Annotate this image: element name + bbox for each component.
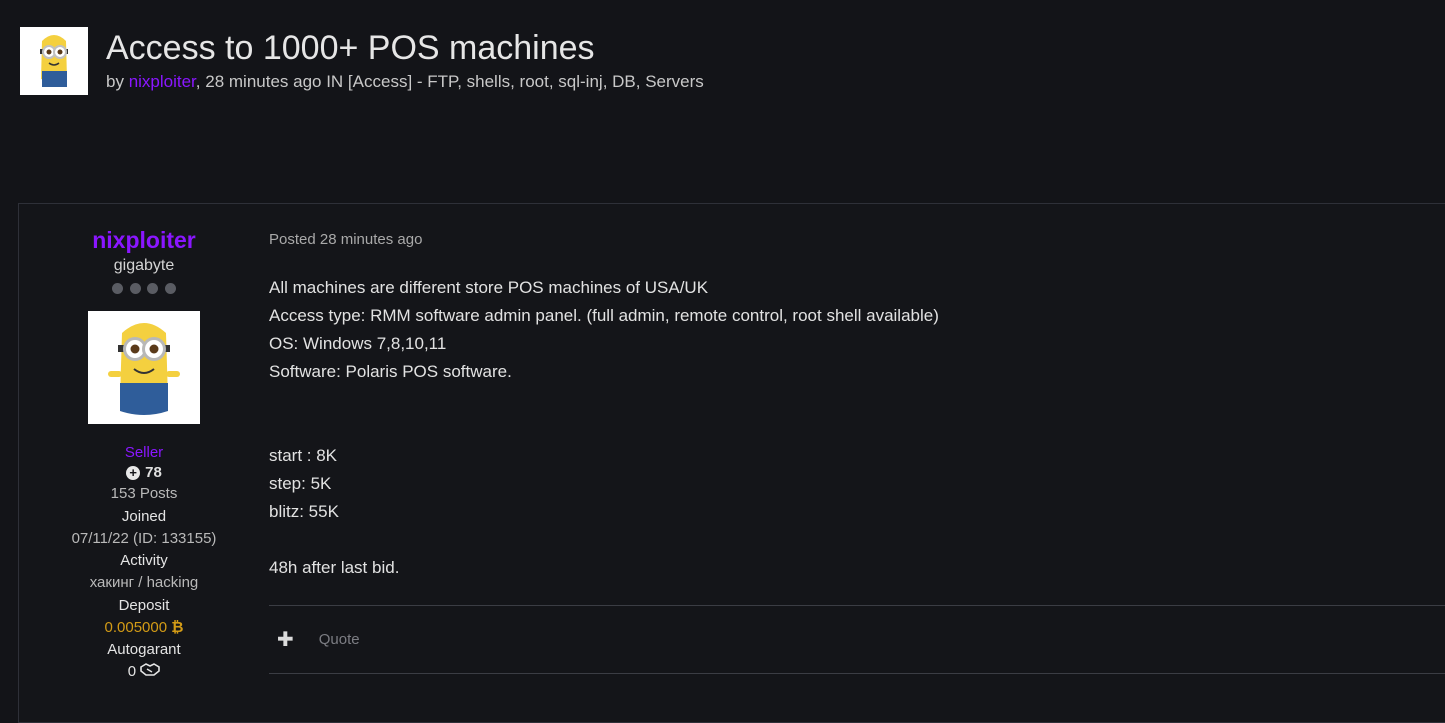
post-body: Posted 28 minutes ago All machines are d… xyxy=(269,204,1445,674)
plus-circle-icon: + xyxy=(126,465,141,480)
author-name[interactable]: nixploiter xyxy=(19,226,269,254)
thread-byline: by nixploiter, 28 minutes ago IN [Access… xyxy=(106,72,704,92)
content-line: Access type: RMM software admin panel. (… xyxy=(269,306,939,325)
activity-label: Activity xyxy=(120,552,168,569)
deposit-value: 0.005000 xyxy=(104,618,168,636)
bitcoin-icon: ₿ xyxy=(171,618,184,636)
content-line: All machines are different store POS mac… xyxy=(269,278,709,297)
autogarant-value: 0 xyxy=(127,662,137,680)
rank-pip xyxy=(112,283,124,294)
deposit-label: Deposit xyxy=(118,596,170,614)
thread-author-link[interactable]: nixploiter xyxy=(129,72,196,91)
reputation: + 78 xyxy=(19,464,269,481)
content-line: OS: Windows 7,8,10,11 xyxy=(269,334,447,353)
autogarant-value-row: 0 xyxy=(19,662,269,681)
handshake-icon xyxy=(140,662,161,681)
bid-line: step: 5K xyxy=(269,474,332,493)
rank-pip xyxy=(164,283,176,294)
joined-value: 07/11/22 (ID: 133155) xyxy=(71,529,217,547)
rank-pip xyxy=(129,283,141,294)
closing-line: 48h after last bid. xyxy=(269,558,400,577)
post-count: 153 Posts xyxy=(110,485,178,502)
deposit-value-row: 0.005000 ₿ xyxy=(19,618,269,637)
reputation-value: 78 xyxy=(145,464,162,481)
author-group: Seller xyxy=(124,444,164,461)
author-title: gigabyte xyxy=(113,257,175,274)
author-avatar[interactable] xyxy=(88,311,200,424)
byline-prefix: by xyxy=(106,72,129,91)
rank-pip xyxy=(147,283,159,294)
bid-line: blitz: 55K xyxy=(269,502,339,521)
post-actions: ✚ Quote xyxy=(269,605,1445,673)
byline-meta: , 28 minutes ago IN [Access] - FTP, shel… xyxy=(195,72,704,91)
post-divider xyxy=(269,673,1445,674)
quote-button[interactable]: Quote xyxy=(319,631,360,648)
thread-title: Access to 1000+ POS machines xyxy=(106,29,595,67)
bid-line: start : 8K xyxy=(269,446,338,465)
autogarant-label: Autogarant xyxy=(107,640,181,658)
activity-value: хакинг / hacking xyxy=(89,574,199,591)
post-content: All machines are different store POS mac… xyxy=(269,274,1445,582)
thread-author-avatar[interactable] xyxy=(20,27,88,95)
rank-pips xyxy=(19,281,269,295)
posted-time: Posted 28 minutes ago xyxy=(269,231,423,248)
content-line: Software: Polaris POS software. xyxy=(269,362,512,381)
author-panel: nixploiter gigabyte Seller + 78 153 Post… xyxy=(19,204,269,681)
thread-header: Access to 1000+ POS machines by nixploit… xyxy=(20,27,704,95)
joined-label: Joined xyxy=(121,507,167,525)
plus-icon[interactable]: ✚ xyxy=(277,627,294,652)
post: nixploiter gigabyte Seller + 78 153 Post… xyxy=(18,203,1445,723)
